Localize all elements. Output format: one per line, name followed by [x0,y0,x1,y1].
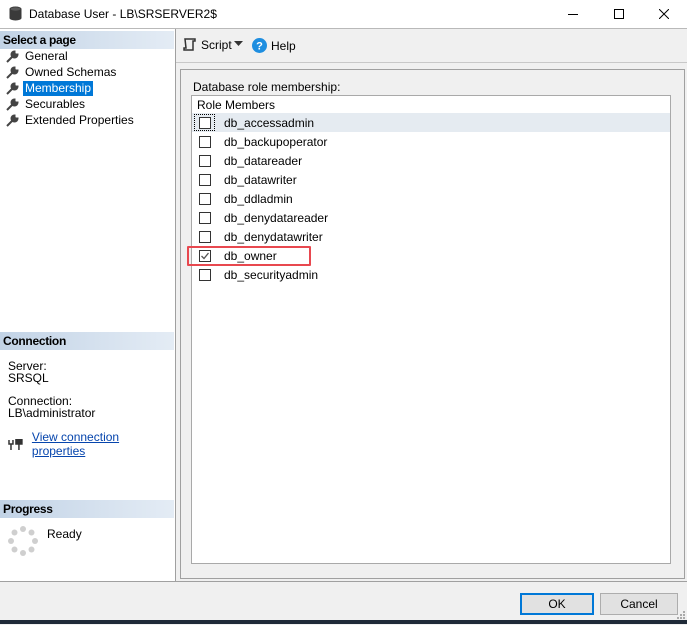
svg-text:?: ? [256,41,263,53]
chevron-down-icon [234,41,243,46]
view-connection-properties-link[interactable]: View connection properties [32,430,175,458]
window-title: Database User - LB\SRSERVER2$ [29,7,217,21]
page-item-label: Securables [25,96,86,111]
page-item-extended-properties[interactable]: Extended Properties [6,112,136,128]
spinner-icon [8,526,38,556]
role-members-list[interactable]: Role Members db_accessadmin db_backupoper… [191,95,671,564]
role-row[interactable]: db_denydatawriter [192,227,670,246]
taskbar-strip [0,620,687,624]
annotation-highlight-box [187,246,311,266]
role-name: db_denydatawriter [224,229,323,244]
role-row[interactable]: db_ddladmin [192,189,670,208]
help-label: Help [271,38,296,53]
role-row[interactable]: db_datareader [192,151,670,170]
role-checkbox[interactable] [198,173,211,186]
role-checkbox-wrapper[interactable] [194,266,215,283]
role-row[interactable]: db_securityadmin [192,265,670,284]
role-row[interactable]: db_denydatareader [192,208,670,227]
role-row[interactable]: db_backupoperator [192,132,670,151]
left-pane: Select a page General Owned Schemas Memb… [0,29,176,581]
column-header-role-members: Role Members [197,98,276,112]
role-checkbox[interactable] [198,192,211,205]
page-item-label: General [25,48,68,63]
role-checkbox[interactable] [198,211,211,224]
help-button[interactable]: ? Help [252,38,296,53]
role-row[interactable]: db_datawriter [192,170,670,189]
wrench-icon [6,49,19,63]
role-checkbox-wrapper[interactable] [194,190,215,207]
wrench-icon [6,65,19,79]
progress-status: Ready [47,527,82,541]
role-name: db_ddladmin [224,191,293,206]
wrench-icon [6,97,19,111]
progress-header: Progress [0,500,174,518]
page-item-general[interactable]: General [6,48,70,64]
title-bar: Database User - LB\SRSERVER2$ [0,0,687,29]
script-label: Script [201,38,232,52]
help-icon: ? [252,38,267,53]
role-name: db_datareader [224,153,303,168]
wrench-icon [6,113,19,127]
page-item-label: Owned Schemas [25,64,117,79]
dialog-footer: OK Cancel [0,581,687,625]
role-name: db_accessadmin [224,115,315,130]
script-dropdown[interactable] [234,41,243,47]
connection-plug-icon [8,439,23,450]
role-checkbox[interactable] [198,230,211,243]
database-icon [9,6,22,24]
role-checkbox-wrapper[interactable] [194,228,215,245]
page-item-label: Membership [23,80,94,96]
role-checkbox-wrapper[interactable] [194,171,215,188]
role-row[interactable]: db_accessadmin [192,113,670,132]
role-checkbox-wrapper[interactable] [194,209,215,226]
right-pane: Script ? Help Database role membership: … [176,29,687,581]
cancel-button[interactable]: Cancel [600,593,678,615]
role-checkbox[interactable] [198,268,211,281]
maximize-icon [614,9,624,19]
select-page-header: Select a page [0,31,174,49]
script-icon [183,38,196,51]
ok-button[interactable]: OK [520,593,594,615]
maximize-button[interactable] [596,0,642,28]
role-checkbox-wrapper[interactable] [194,114,215,131]
resize-grip-icon[interactable] [677,611,685,619]
connection-header: Connection [0,332,174,350]
script-button[interactable]: Script [182,38,232,52]
close-icon [659,9,669,19]
page-item-owned-schemas[interactable]: Owned Schemas [6,64,118,80]
role-name: db_datawriter [224,172,297,187]
view-connection-properties[interactable]: View connection properties [8,430,175,458]
toolbar: Script ? Help [176,29,687,63]
role-checkbox-wrapper[interactable] [194,152,215,169]
close-button[interactable] [641,0,687,28]
page-item-membership[interactable]: Membership [6,80,94,96]
role-name: db_backupoperator [224,134,328,149]
role-checkbox-wrapper[interactable] [194,133,215,150]
page-item-label: Extended Properties [25,112,134,127]
connection-value: LB\administrator [8,406,96,420]
server-value: SRSQL [8,371,49,385]
wrench-icon [6,81,19,95]
role-name: db_securityadmin [224,267,319,282]
role-checkbox[interactable] [198,154,211,167]
role-checkbox[interactable] [198,116,211,129]
minimize-icon [568,14,578,15]
role-checkbox[interactable] [198,135,211,148]
role-membership-label: Database role membership: [193,80,341,94]
role-name: db_denydatareader [224,210,329,225]
minimize-button[interactable] [550,0,596,28]
page-item-securables[interactable]: Securables [6,96,87,112]
